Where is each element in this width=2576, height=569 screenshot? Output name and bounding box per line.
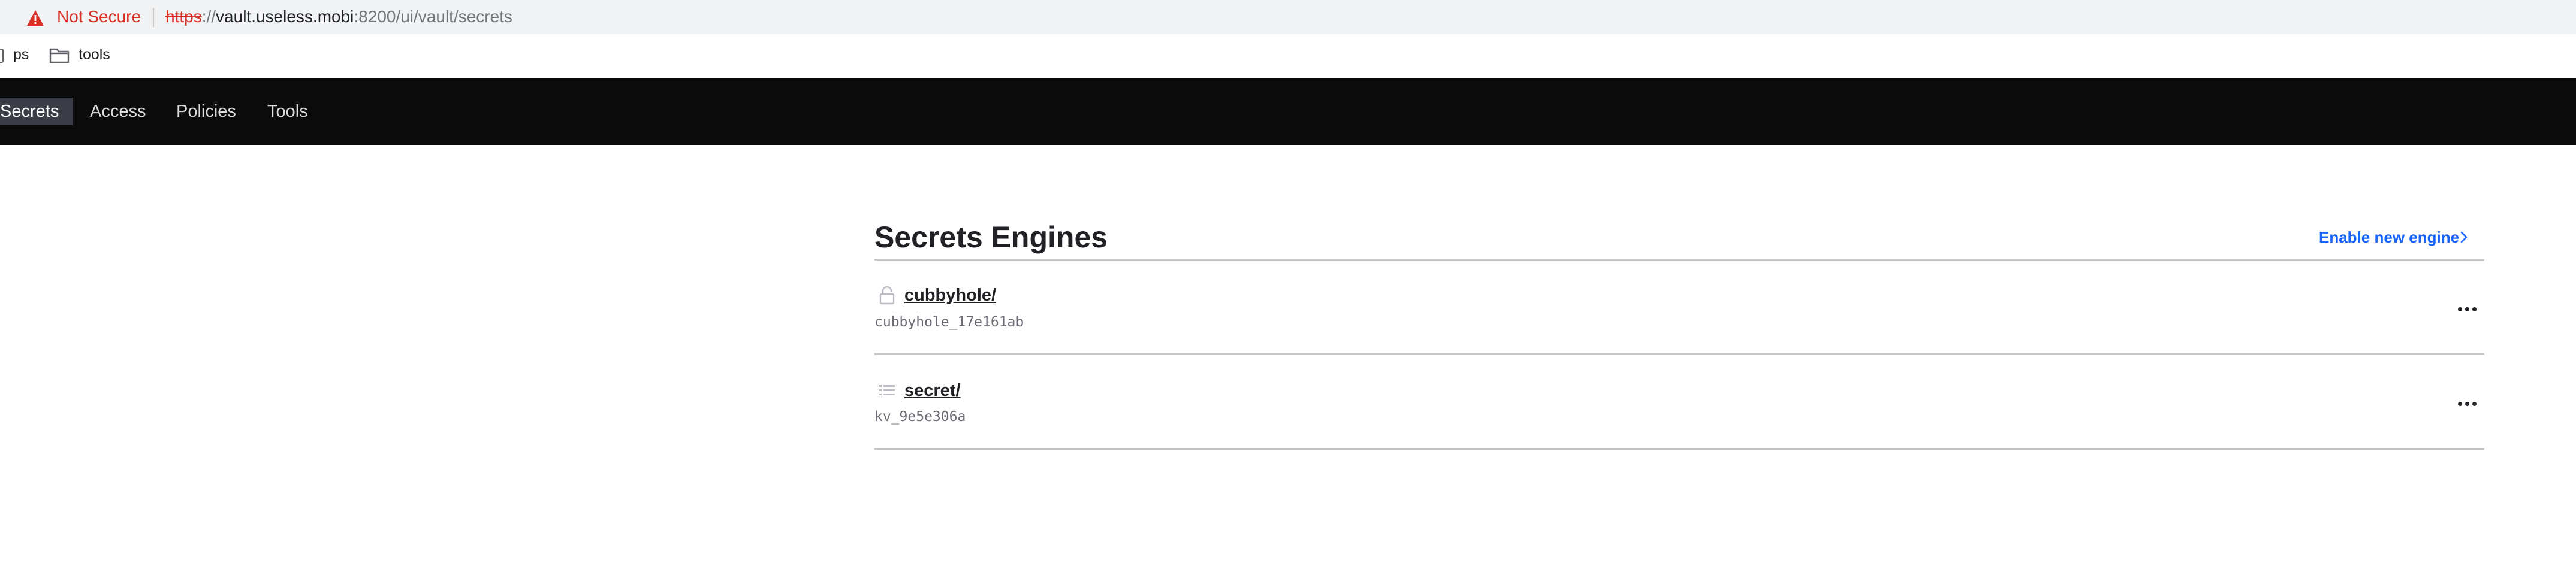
enable-new-engine-link[interactable]: Enable new engine [2319,227,2459,247]
bookmark-tools[interactable]: tools [79,45,110,64]
top-navigation: Secrets Access Policies Tools [0,78,2576,145]
address-bar[interactable]: Not Secure https://vault.useless.mobi:82… [0,0,2576,34]
warning-icon [27,10,44,26]
more-dot [2465,401,2469,406]
url-path: :8200/ui/vault/secrets [354,7,512,26]
bookmarks-bar: ps tools [0,34,2576,78]
more-dot [2457,401,2462,406]
bookmark-page-icon [0,49,4,63]
more-options-button[interactable] [2454,296,2480,322]
engine-path-link[interactable]: cubbyhole/ [904,284,996,306]
nav-access[interactable]: Access [90,98,146,125]
engine-accessor: kv_9e5e306a [874,409,966,425]
engine-accessor: cubbyhole_17e161ab [874,314,1024,330]
engine-row-secret: secret/ kv_9e5e306a [874,355,2484,450]
folder-icon [49,48,70,63]
engine-row-cubbyhole: cubbyhole/ cubbyhole_17e161ab [874,261,2484,355]
url-scheme: https [165,7,202,26]
engine-path-link[interactable]: secret/ [904,380,961,401]
more-dot [2472,307,2477,311]
list-icon [879,385,895,395]
lock-icon [879,286,895,305]
more-options-button[interactable] [2454,391,2480,417]
nav-policies[interactable]: Policies [176,98,236,125]
chevron-right-icon[interactable] [2459,230,2469,244]
url-text[interactable]: https://vault.useless.mobi:8200/ui/vault… [165,6,512,28]
url-scheme-separator: :// [201,7,216,26]
more-dot [2465,307,2469,311]
nav-secrets[interactable]: Secrets [0,98,74,125]
bookmark-ps[interactable]: ps [13,45,29,64]
more-dot [2457,307,2462,311]
security-status[interactable]: Not Secure [57,6,141,28]
url-host: vault.useless.mobi [216,7,354,26]
address-divider [153,8,154,27]
more-dot [2472,401,2477,406]
page-title: Secrets Engines [874,220,1108,254]
nav-tools[interactable]: Tools [267,98,308,125]
